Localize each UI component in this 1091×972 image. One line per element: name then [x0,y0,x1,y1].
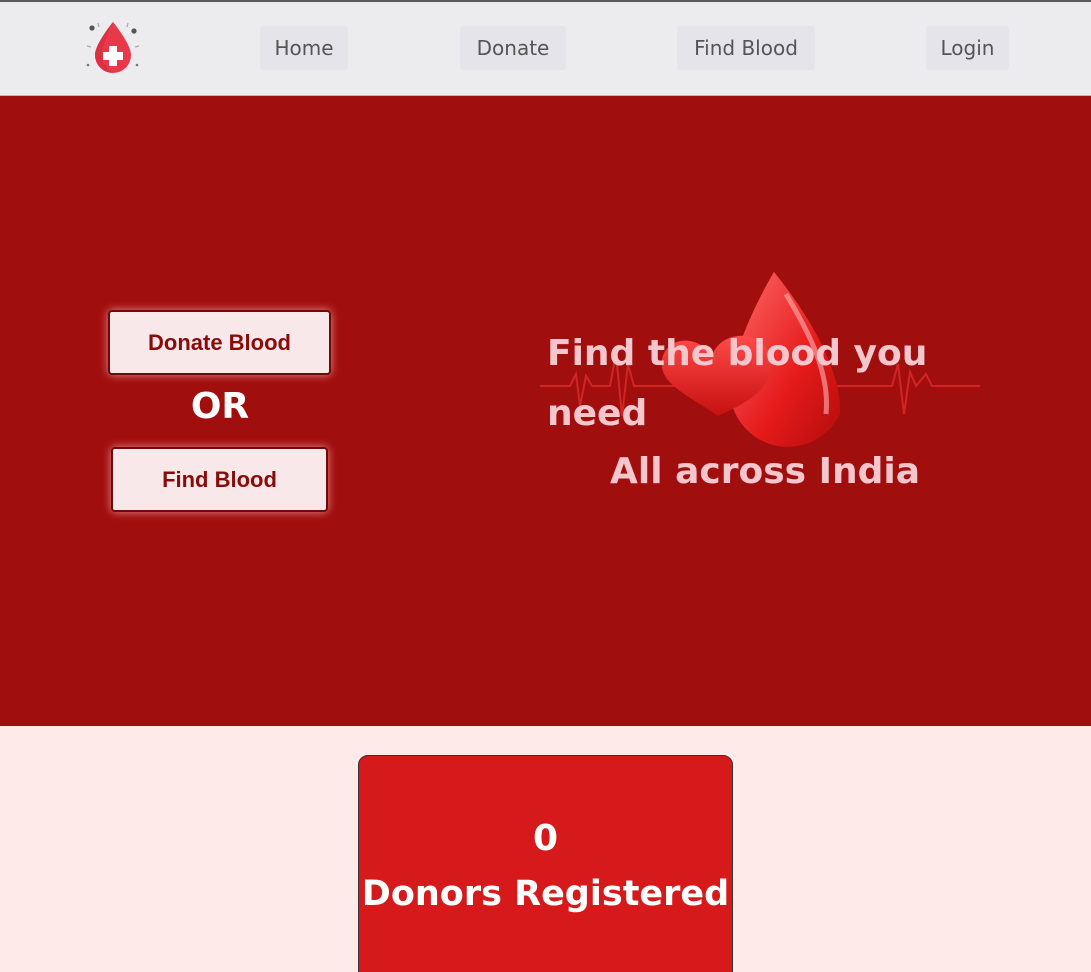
or-separator: OR [190,386,250,427]
nav-donate-link[interactable]: Donate [460,26,566,70]
donor-count-label: Donors Registered [361,874,730,914]
hero-section: Donate Blood OR Find Blood Find the bloo… [0,96,1091,726]
donate-blood-button[interactable]: Donate Blood [108,310,331,375]
nav-find-blood-link[interactable]: Find Blood [677,26,815,70]
hero-tagline-line1: Find the blood you need [547,333,928,434]
nav-home-link[interactable]: Home [260,26,348,70]
donors-stats-card: 0 Donors Registered [358,755,733,972]
nav-login-link[interactable]: Login [926,26,1009,70]
navbar: Home Donate Find Blood Login [0,2,1091,96]
blood-drop-logo-icon[interactable] [84,20,142,76]
find-blood-button[interactable]: Find Blood [111,447,328,512]
donor-count: 0 [532,818,559,859]
hero-tagline-line2: All across India [610,451,921,492]
